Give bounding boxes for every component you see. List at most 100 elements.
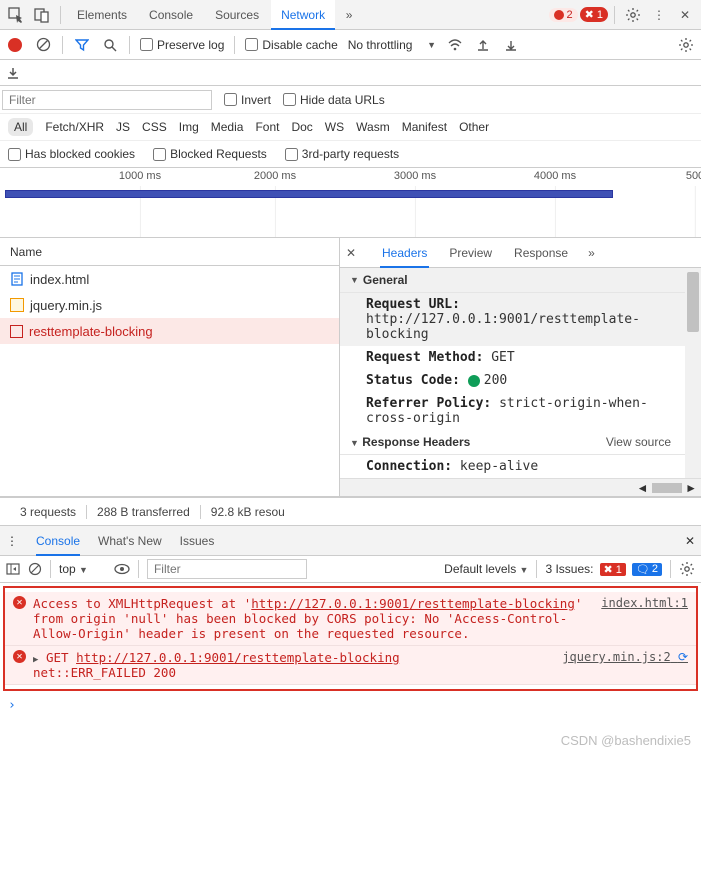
network-settings-icon[interactable] <box>677 36 695 54</box>
console-settings-icon[interactable] <box>679 561 695 577</box>
request-name: jquery.min.js <box>30 298 102 313</box>
summary-transferred: 288 B transferred <box>87 505 201 519</box>
drawer-tab-console[interactable]: Console <box>36 526 80 556</box>
download-icon[interactable] <box>6 66 20 80</box>
console-source-link[interactable]: jquery.min.js:2 ⟳ <box>562 650 688 680</box>
thirdparty-checkbox[interactable]: 3rd-party requests <box>285 147 399 161</box>
issues-summary[interactable]: 3 Issues: ✖ 1 🗨 2 <box>545 562 662 576</box>
more-filter-flags: Has blocked cookies Blocked Requests 3rd… <box>0 141 701 168</box>
more-tabs-icon[interactable]: » <box>337 3 361 27</box>
inspect-icon[interactable] <box>4 3 28 27</box>
section-general[interactable]: ▼General <box>340 268 701 293</box>
live-expression-icon[interactable] <box>114 563 130 575</box>
filter-css[interactable]: CSS <box>142 120 167 134</box>
preserve-log-checkbox[interactable]: Preserve log <box>140 38 224 52</box>
request-row-selected[interactable]: resttemplate-blocking <box>0 318 339 344</box>
status-dot-icon <box>468 375 480 387</box>
filter-doc[interactable]: Doc <box>291 120 312 134</box>
console-sidebar-icon[interactable] <box>6 562 20 576</box>
filter-bar: Invert Hide data URLs <box>0 86 701 114</box>
filter-font[interactable]: Font <box>255 120 279 134</box>
close-devtools-icon[interactable]: ✕ <box>673 3 697 27</box>
upload-har-icon[interactable] <box>474 36 492 54</box>
network-toolbar-row2 <box>0 60 701 86</box>
request-row[interactable]: jquery.min.js <box>0 292 339 318</box>
log-levels-select[interactable]: Default levels ▼ <box>444 562 528 576</box>
error-count-badge-2[interactable]: ✖ 1 <box>580 7 608 22</box>
filter-wasm[interactable]: Wasm <box>356 120 390 134</box>
console-filter-input[interactable] <box>147 559 307 579</box>
filter-js[interactable]: JS <box>116 120 130 134</box>
request-row[interactable]: index.html <box>0 266 339 292</box>
record-button[interactable] <box>6 36 24 54</box>
filter-fetch-xhr[interactable]: Fetch/XHR <box>45 120 104 134</box>
hscrollbar[interactable]: ◄ ► <box>340 478 701 496</box>
tab-network[interactable]: Network <box>271 0 335 30</box>
details-tab-response[interactable]: Response <box>512 238 570 268</box>
hide-data-urls-checkbox[interactable]: Hide data URLs <box>283 93 385 107</box>
console-error-row[interactable]: ✕ Access to XMLHttpRequest at 'http://12… <box>5 592 696 646</box>
console-toolbar: top ▼ Default levels ▼ 3 Issues: ✖ 1 🗨 2 <box>0 555 701 583</box>
console-output: ✕ Access to XMLHttpRequest at 'http://12… <box>3 586 698 691</box>
separator <box>129 36 130 54</box>
drawer-tab-issues[interactable]: Issues <box>180 526 215 556</box>
download-har-icon[interactable] <box>502 36 520 54</box>
scrollbar-thumb[interactable] <box>687 272 699 332</box>
summary-requests: 3 requests <box>10 505 87 519</box>
timeline-selection[interactable] <box>5 190 613 198</box>
close-details-icon[interactable]: ✕ <box>346 246 362 260</box>
drawer-tabs: ⋮ Console What's New Issues ✕ <box>0 525 701 555</box>
context-select[interactable]: top ▼ <box>59 562 88 576</box>
filter-manifest[interactable]: Manifest <box>402 120 447 134</box>
tab-console[interactable]: Console <box>139 0 203 30</box>
close-drawer-icon[interactable]: ✕ <box>685 534 695 548</box>
blocked-requests-checkbox[interactable]: Blocked Requests <box>153 147 267 161</box>
drawer-menu-icon[interactable]: ⋮ <box>6 534 18 548</box>
tab-elements[interactable]: Elements <box>67 0 137 30</box>
blocked-cookies-checkbox[interactable]: Has blocked cookies <box>8 147 135 161</box>
separator <box>614 6 615 24</box>
filter-ws[interactable]: WS <box>325 120 344 134</box>
details-tabs: ✕ Headers Preview Response » <box>340 238 701 268</box>
console-prompt[interactable]: › <box>0 694 701 717</box>
filter-img[interactable]: Img <box>179 120 199 134</box>
request-name: resttemplate-blocking <box>29 324 153 339</box>
filter-other[interactable]: Other <box>459 120 489 134</box>
settings-icon[interactable] <box>621 3 645 27</box>
request-list-header[interactable]: Name <box>0 238 339 266</box>
console-error-row[interactable]: ✕ ▶ GET http://127.0.0.1:9001/resttempla… <box>5 646 696 685</box>
console-clear-icon[interactable] <box>28 562 42 576</box>
details-tab-headers[interactable]: Headers <box>380 238 429 268</box>
separator <box>62 36 63 54</box>
section-response-headers[interactable]: ▼ Response Headers View source <box>340 430 701 455</box>
timeline-overview[interactable]: 1000 ms 2000 ms 3000 ms 4000 ms 500 <box>0 168 701 238</box>
field-request-url: Request URL: http://127.0.0.1:9001/restt… <box>340 293 701 346</box>
clear-icon[interactable] <box>34 36 52 54</box>
console-source-link[interactable]: index.html:1 <box>601 596 688 641</box>
error-icon: ✕ <box>13 596 26 609</box>
kebab-menu-icon[interactable]: ⋮ <box>647 3 671 27</box>
tab-sources[interactable]: Sources <box>205 0 269 30</box>
separator <box>234 36 235 54</box>
search-icon[interactable] <box>101 36 119 54</box>
filter-all[interactable]: All <box>8 118 33 136</box>
throttling-select[interactable]: No throttling ▼ <box>348 38 436 52</box>
error-count-badge[interactable]: 2 <box>549 8 578 22</box>
details-tab-preview[interactable]: Preview <box>447 238 494 268</box>
console-message: ▶ GET http://127.0.0.1:9001/resttemplate… <box>33 650 556 680</box>
filter-media[interactable]: Media <box>211 120 244 134</box>
filter-input[interactable] <box>2 90 212 110</box>
type-filters: All Fetch/XHR JS CSS Img Media Font Doc … <box>0 114 701 141</box>
devtools-top-tabs: Elements Console Sources Network » 2 ✖ 1… <box>0 0 701 30</box>
drawer-tab-whatsnew[interactable]: What's New <box>98 526 162 556</box>
view-source-link[interactable]: View source <box>606 435 671 449</box>
filter-icon[interactable] <box>73 36 91 54</box>
more-details-tabs-icon[interactable]: » <box>588 246 604 260</box>
invert-checkbox[interactable]: Invert <box>224 93 271 107</box>
wifi-icon[interactable] <box>446 36 464 54</box>
js-icon <box>10 298 24 312</box>
device-toggle-icon[interactable] <box>30 3 54 27</box>
request-details: ✕ Headers Preview Response » ▼General Re… <box>340 238 701 496</box>
field-connection: Connection: keep-alive <box>340 455 701 478</box>
disable-cache-checkbox[interactable]: Disable cache <box>245 38 337 52</box>
